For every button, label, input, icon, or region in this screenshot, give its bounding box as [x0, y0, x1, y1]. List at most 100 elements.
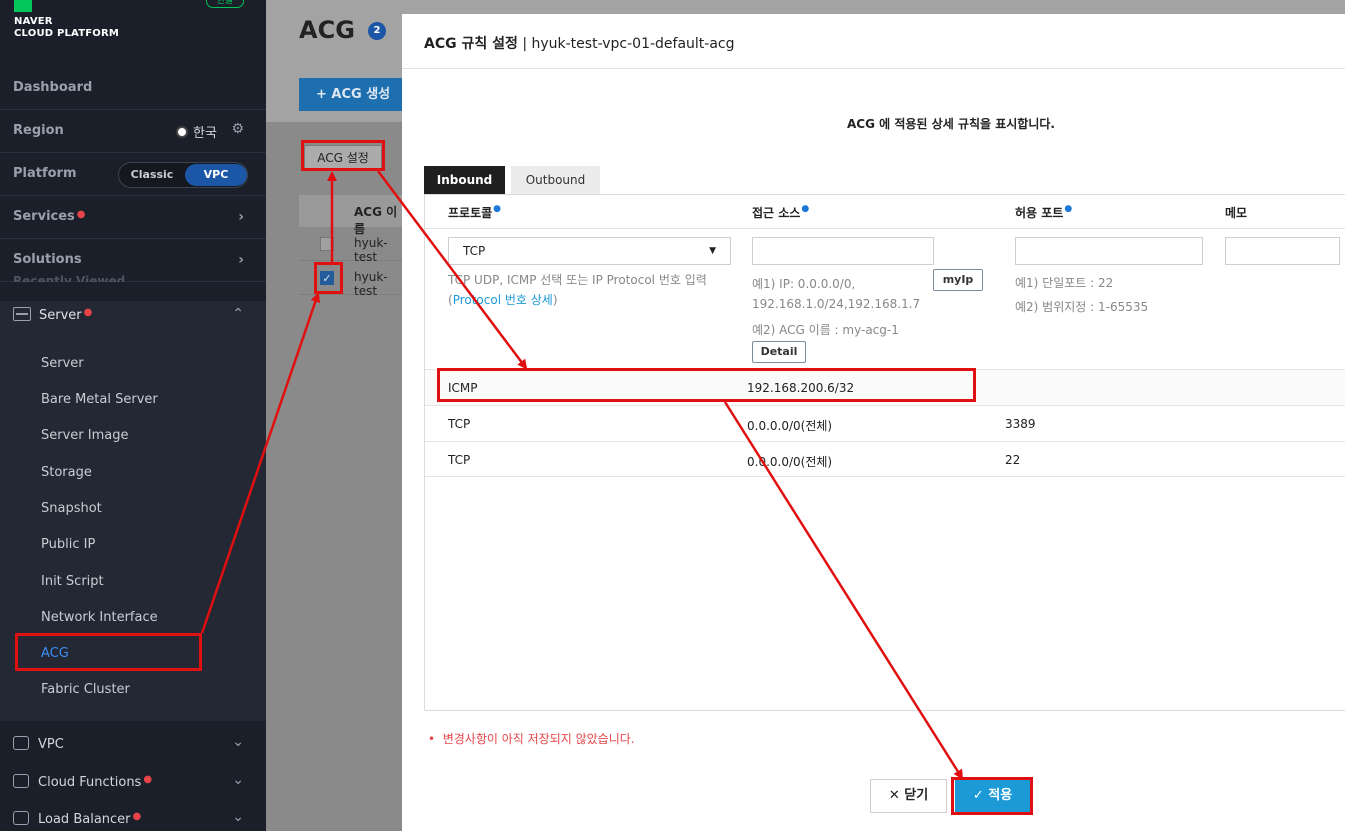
protocol-column-header: 프로토콜● [448, 204, 501, 221]
port-hint: 예1) 단일포트 : 22 예2) 범위지정 : 1-65535 [1015, 271, 1148, 319]
vpc-label: VPC [38, 737, 64, 752]
myip-button[interactable]: myIp [933, 269, 983, 291]
dashboard-label: Dashboard [13, 80, 93, 95]
sidebar-item-vpc[interactable]: VPC [13, 736, 64, 752]
port-hint-line1: 예1) 단일포트 : 22 [1015, 276, 1114, 290]
close-button-label: 닫기 [904, 788, 929, 803]
port-hint-line2: 예2) 범위지정 : 1-65535 [1015, 300, 1149, 314]
source-input[interactable] [752, 237, 934, 265]
required-dot: ● [1064, 204, 1073, 214]
annotation-box-checkbox [314, 262, 343, 294]
new-dot: ● [143, 774, 153, 785]
sidebar-item-storage[interactable]: Storage [41, 465, 92, 480]
protocol-hint: TCP UDP, ICMP 선택 또는 IP Protocol 번호 입력 (P… [448, 270, 738, 310]
sidebar-item-services[interactable]: Services ● › [0, 197, 266, 239]
chevron-up-icon[interactable]: ⌃ [232, 306, 244, 322]
language-badge[interactable]: 한글 [206, 0, 244, 8]
recently-viewed-label: Recently Viewed [13, 274, 126, 282]
gear-icon[interactable]: ⚙ [231, 121, 244, 137]
chevron-down-icon[interactable]: ⌄ [232, 734, 244, 750]
table-header: ACG 이름 [299, 195, 405, 236]
rule-row[interactable]: TCP 0.0.0.0/0(전체) 3389 [425, 405, 1345, 441]
sidebar-item-dashboard[interactable]: Dashboard [0, 68, 266, 110]
new-dot: ● [76, 209, 86, 220]
source-column-header: 접근 소스● [752, 204, 809, 221]
rule-source: 0.0.0.0/0(전체) [747, 419, 833, 433]
sidebar: NAVER CLOUD PLATFORM 한글 Dashboard Region… [0, 0, 266, 831]
annotation-box-acg-setting [301, 140, 385, 171]
memo-column-header: 메모 [1225, 206, 1248, 220]
protocol-select-value: TCP [463, 244, 486, 258]
sidebar-item-snapshot[interactable]: Snapshot [41, 501, 102, 516]
rule-protocol: TCP [448, 417, 471, 431]
sidebar-item-server-image[interactable]: Server Image [41, 428, 128, 443]
platform-classic-option[interactable]: Classic [119, 163, 185, 187]
new-dot: ● [83, 307, 93, 318]
tab-inbound[interactable]: Inbound [424, 166, 505, 194]
required-dot: ● [801, 204, 810, 214]
platform-row: Platform Classic VPC [0, 154, 266, 196]
memo-input[interactable] [1225, 237, 1340, 265]
sidebar-item-load-balancer[interactable]: Load Balancer ● [13, 811, 141, 827]
rule-port: 3389 [1005, 417, 1036, 431]
sidebar-item-public-ip[interactable]: Public IP [41, 537, 95, 552]
warning-dot-icon: • [428, 732, 436, 746]
protocol-number-detail-link[interactable]: Protocol 번호 상세 [453, 293, 553, 307]
cloud-functions-label: Cloud Functions [38, 775, 142, 790]
detail-button[interactable]: Detail [752, 341, 806, 363]
close-icon: ✕ [888, 788, 900, 803]
sidebar-item-fabric-cluster[interactable]: Fabric Cluster [41, 682, 130, 697]
acg-name-cell: hyuk-test [354, 270, 388, 298]
chevron-down-icon[interactable]: ⌄ [232, 772, 244, 788]
rule-row[interactable]: TCP 0.0.0.0/0(전체) 22 [425, 441, 1345, 477]
region-row: Region 한국 ⚙ [0, 111, 266, 153]
caret-down-icon: ▼ [709, 246, 716, 256]
page-title: ACG [299, 16, 355, 44]
services-label: Services [13, 209, 75, 224]
source-hint-line2: 192.168.1.0/24,192.168.1.7 [752, 297, 921, 311]
brand-name: NAVER [14, 16, 53, 27]
protocol-select[interactable]: TCP ▼ [448, 237, 731, 265]
sidebar-item-network-interface[interactable]: Network Interface [41, 610, 158, 625]
unsaved-notice-text: 변경사항이 아직 저장되지 않았습니다. [442, 732, 635, 746]
port-header-label: 허용 포트 [1015, 206, 1064, 220]
region-selector[interactable]: 한국 [176, 122, 217, 141]
sidebar-item-cloud-functions[interactable]: Cloud Functions ● [13, 774, 152, 790]
solutions-label: Solutions [13, 252, 82, 267]
close-button[interactable]: ✕ 닫기 [870, 779, 947, 813]
load-balancer-icon [13, 811, 29, 825]
annotation-box-apply [951, 777, 1033, 815]
required-dot: ● [493, 204, 502, 214]
modal-description: ACG 에 적용된 상세 규칙을 표시합니다. [847, 117, 1055, 131]
row-checkbox[interactable] [320, 237, 334, 251]
port-column-header: 허용 포트● [1015, 204, 1072, 221]
cloud-functions-icon [13, 774, 29, 788]
rules-panel: 프로토콜● 접근 소스● 허용 포트● 메모 TCP ▼ TCP UDP, ICM… [424, 194, 1345, 711]
source-hint-line1: 예1) IP: 0.0.0.0/0, [752, 277, 856, 291]
protocol-hint-text: TCP UDP, ICMP 선택 또는 IP Protocol 번호 입력 [448, 273, 707, 287]
tab-outbound[interactable]: Outbound [511, 166, 600, 194]
brand-subtitle: CLOUD PLATFORM [14, 28, 120, 39]
sidebar-item-init-script[interactable]: Init Script [41, 574, 104, 589]
divider [402, 68, 1345, 69]
platform-toggle[interactable]: Classic VPC [118, 162, 248, 188]
annotation-box-acg-menu [15, 633, 202, 671]
server-icon [13, 307, 31, 321]
rule-source: 0.0.0.0/0(전체) [747, 455, 833, 469]
rule-protocol: TCP [448, 453, 471, 467]
create-acg-button[interactable]: + ACG 생성 [299, 78, 409, 111]
vpc-icon [13, 736, 29, 750]
sidebar-item-bare-metal-server[interactable]: Bare Metal Server [41, 392, 158, 407]
divider [425, 228, 1345, 229]
protocol-hint-paren-close: ) [552, 293, 558, 307]
modal-title-acg-name: | hyuk-test-vpc-01-default-acg [517, 36, 735, 52]
table-row[interactable]: hyuk-test [299, 227, 405, 264]
platform-vpc-option[interactable]: VPC [185, 164, 247, 186]
modal-title-main: ACG 규칙 설정 [424, 36, 518, 52]
port-input[interactable] [1015, 237, 1203, 265]
acg-rule-modal: ACG 규칙 설정 | hyuk-test-vpc-01-default-acg… [402, 14, 1345, 831]
sidebar-item-server[interactable]: Server [41, 356, 84, 371]
chevron-down-icon[interactable]: ⌄ [232, 809, 244, 825]
server-section-header[interactable]: Server ● [13, 307, 92, 323]
load-balancer-label: Load Balancer [38, 812, 131, 827]
